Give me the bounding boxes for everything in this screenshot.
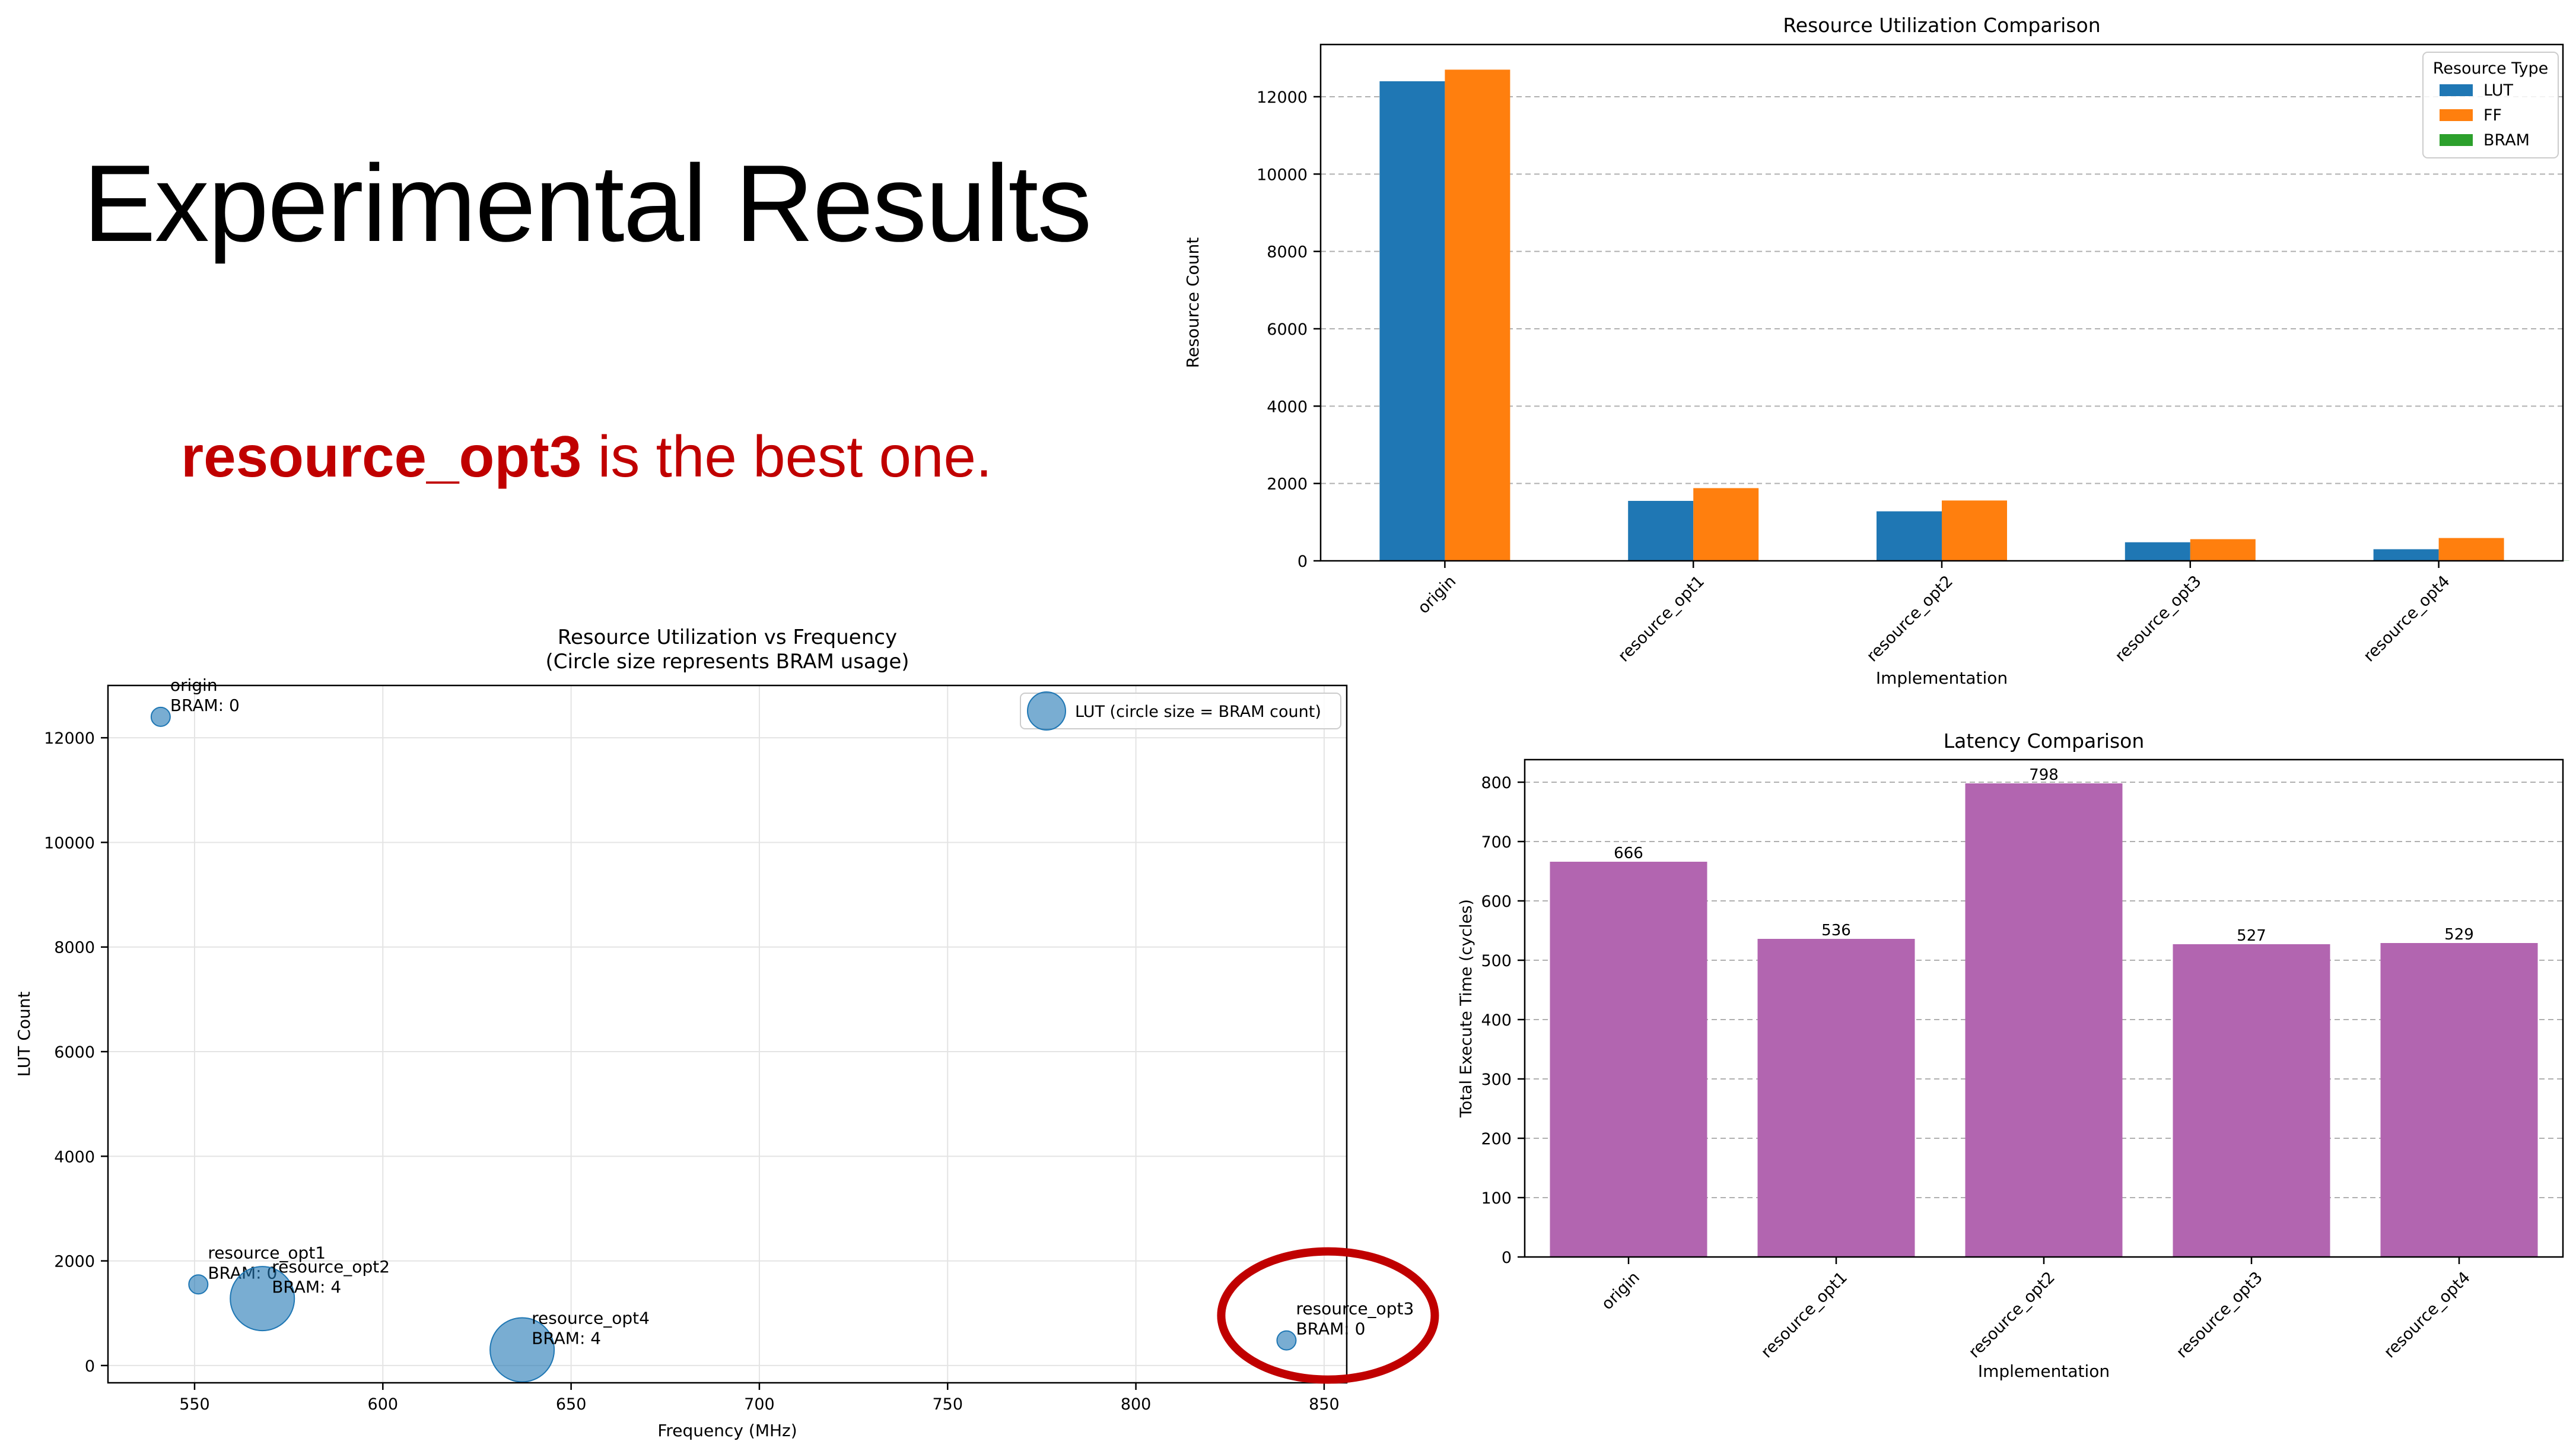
bar-ff (2190, 539, 2256, 561)
conclusion-highlight: resource_opt3 (181, 424, 582, 489)
chart-title: Resource Utilization Comparison (1783, 14, 2100, 37)
legend: Resource Type LUT FF BRAM (2422, 52, 2559, 158)
data-point (150, 706, 171, 727)
legend-marker (1027, 691, 1066, 731)
y-tick-label: 2000 (1267, 475, 1308, 494)
bar-lut (2373, 549, 2439, 561)
x-tick-label: resource_opt3 (2173, 1268, 2266, 1361)
x-tick-label: 750 (932, 1395, 963, 1414)
y-tick-label: 4000 (54, 1148, 95, 1166)
x-tick-label: origin (1414, 572, 1459, 617)
x-tick-label: origin (1598, 1268, 1643, 1313)
data-point (188, 1274, 209, 1295)
legend-label: LUT (circle size = BRAM count) (1075, 703, 1321, 721)
x-tick-label: 850 (1309, 1395, 1340, 1414)
bar-lut (1628, 500, 1694, 561)
conclusion-text: resource_opt3 is the best one. (181, 427, 992, 485)
slide-title-text: Experimental Results (83, 142, 1092, 264)
y-tick-label: 200 (1481, 1130, 1512, 1148)
latency-bar (2173, 944, 2330, 1257)
y-tick-label: 10000 (1257, 166, 1308, 184)
data-point (1276, 1330, 1297, 1351)
x-tick-label: resource_opt4 (2360, 572, 2453, 665)
legend-swatch-bram (2440, 134, 2473, 146)
y-tick-label: 0 (1297, 553, 1308, 571)
y-tick-label: 0 (1502, 1249, 1512, 1267)
y-tick-label: 0 (85, 1357, 95, 1376)
x-tick-label: resource_opt4 (2380, 1268, 2473, 1361)
conclusion-rest: is the best one. (581, 424, 993, 489)
point-label: resource_opt3 (1296, 1299, 1414, 1319)
x-tick-label: 650 (556, 1395, 587, 1414)
y-tick-label: 300 (1481, 1071, 1512, 1089)
legend-label: LUT (2483, 81, 2513, 100)
latency-bar (1550, 862, 1707, 1257)
bar-ff (2438, 538, 2504, 561)
bar-lut (1379, 81, 1445, 561)
x-tick-label: resource_opt2 (1863, 572, 1956, 665)
y-tick-label: 10000 (44, 834, 95, 852)
point-label: resource_opt2 (272, 1257, 390, 1277)
y-tick-label: 100 (1481, 1189, 1512, 1208)
x-tick-label: resource_opt1 (1615, 572, 1708, 665)
latency-comparison-chart: 0 100 200 300 400 500 600 700 800 666 origin 536 res… (1457, 729, 2564, 1381)
point-note: BRAM: 0 (170, 696, 240, 715)
x-tick-label: 550 (179, 1395, 210, 1414)
y-tick-label: 8000 (54, 939, 95, 957)
y-axis-label: Total Execute Time (cycles) (1457, 899, 1475, 1118)
latency-bar (2380, 943, 2538, 1257)
y-tick-label: 12000 (1257, 88, 1308, 107)
bar-lut (1877, 511, 1942, 561)
y-tick-label: 700 (1481, 833, 1512, 852)
y-axis-label: Resource Count (1183, 237, 1203, 368)
bar-value-label: 527 (2237, 927, 2266, 945)
x-tick-label: 700 (744, 1395, 775, 1414)
legend-swatch-ff (2440, 109, 2473, 121)
y-tick-label: 12000 (44, 729, 95, 748)
point-note: BRAM: 4 (272, 1277, 341, 1297)
bar-value-label: 666 (1614, 845, 1643, 862)
bar-ff (1942, 500, 2007, 561)
bar-ff (1693, 488, 1759, 561)
resource-utilization-chart: 0 2000 4000 6000 8000 10000 12000 origin resourc… (1183, 14, 2569, 688)
x-axis-label: Implementation (1876, 668, 2008, 688)
y-tick-label: 500 (1481, 952, 1512, 970)
point-label: resource_opt4 (532, 1308, 650, 1328)
chart-subtitle: (Circle size represents BRAM usage) (545, 650, 909, 674)
y-tick-label: 4000 (1267, 398, 1308, 416)
legend-label: BRAM (2483, 131, 2530, 150)
chart-title: Latency Comparison (1944, 729, 2145, 753)
point-note: BRAM: 4 (532, 1328, 601, 1348)
legend-label: FF (2483, 106, 2502, 125)
x-tick-label: resource_opt3 (2111, 572, 2205, 665)
bar-value-label: 529 (2444, 926, 2474, 944)
y-tick-label: 6000 (54, 1043, 95, 1062)
legend-title: Resource Type (2433, 59, 2548, 78)
x-tick-label: resource_opt1 (1757, 1268, 1850, 1361)
x-tick-label: resource_opt2 (1965, 1268, 2058, 1361)
y-tick-label: 600 (1481, 893, 1512, 911)
y-axis-label: LUT Count (14, 992, 34, 1077)
chart-title: Resource Utilization vs Frequency (558, 626, 897, 649)
y-tick-label: 8000 (1267, 243, 1308, 262)
latency-bar (1757, 939, 1915, 1257)
y-tick-label: 800 (1481, 774, 1512, 792)
latency-bar (1965, 783, 2123, 1257)
bar-ff (1445, 69, 1510, 561)
bar-value-label: 798 (2029, 766, 2059, 784)
point-note: BRAM: 0 (1296, 1319, 1365, 1339)
legend: LUT (circle size = BRAM count) (1020, 691, 1341, 731)
bar-lut (2125, 542, 2190, 561)
x-tick-label: 800 (1121, 1395, 1152, 1414)
y-tick-label: 2000 (54, 1253, 95, 1271)
x-axis-label: Implementation (1978, 1361, 2110, 1381)
y-tick-label: 400 (1481, 1011, 1512, 1030)
x-axis-label: Frequency (MHz) (657, 1421, 797, 1440)
legend-swatch-lut (2440, 84, 2473, 96)
y-tick-label: 6000 (1267, 320, 1308, 339)
resource-vs-frequency-chart: 550 600 650 700 750 800 850 0 2000 4000 6000 8000 10… (14, 626, 1439, 1440)
bar-value-label: 536 (1821, 922, 1851, 939)
x-tick-label: 600 (368, 1395, 399, 1414)
